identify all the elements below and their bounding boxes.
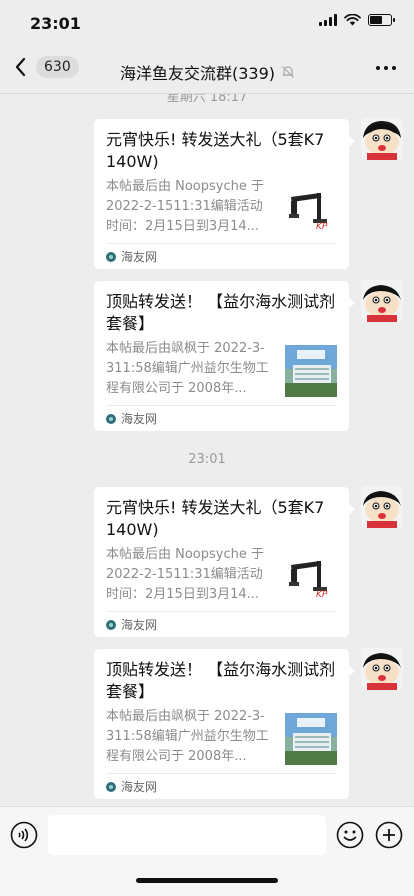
link-card-message[interactable]: 元宵快乐! 转发送大礼（5套K7 140W) 本帖最后由 Noopsyche 于… <box>94 119 355 269</box>
status-time: 23:01 <box>30 14 81 33</box>
haiyou-logo-icon <box>106 413 116 424</box>
haiyou-logo-icon <box>106 619 116 630</box>
lamp-thumbnail-image: KP <box>285 183 337 235</box>
building-thumbnail-image <box>285 713 337 765</box>
timestamp: 星期六 18:17 <box>166 94 248 105</box>
message-input[interactable] <box>48 815 326 855</box>
card-source: 海友网 <box>106 773 337 799</box>
card-source: 海友网 <box>106 611 337 637</box>
chat-title: 海洋鱼友交流群(339) <box>120 60 295 84</box>
status-icons <box>319 14 395 26</box>
avatar[interactable] <box>361 280 403 322</box>
card-title: 元宵快乐! 转发送大礼（5套K7 140W) <box>106 498 325 539</box>
card-title: 顶贴转发送！ 【益尔海水测试剂套餐】 <box>106 660 336 701</box>
card-source: 海友网 <box>106 405 337 431</box>
more-options-button[interactable] <box>376 66 396 70</box>
wifi-icon <box>344 14 361 26</box>
unread-count-badge: 630 <box>36 56 79 78</box>
card-source-name: 海友网 <box>121 618 158 632</box>
battery-icon <box>368 14 395 26</box>
card-title: 元宵快乐! 转发送大礼（5套K7 140W) <box>106 130 325 171</box>
card-title: 顶贴转发送！ 【益尔海水测试剂套餐】 <box>106 292 336 333</box>
chat-title-text: 海洋鱼友交流群(339) <box>120 64 276 83</box>
link-card-message[interactable]: 元宵快乐! 转发送大礼（5套K7 140W) 本帖最后由 Noopsyche 于… <box>94 487 355 637</box>
card-description: 本帖最后由飒枫于 2022-3-311:58编辑广州益尔生物工程有限公司于 20… <box>106 709 269 764</box>
haiyou-logo-icon <box>106 781 116 792</box>
nav-bar: 630 海洋鱼友交流群(339) <box>0 46 414 94</box>
avatar[interactable] <box>361 648 403 690</box>
chat-screen: 23:01 630 海洋鱼友交流群(339) 星期六 18:17 元宵快乐! 转… <box>0 0 414 896</box>
haiyou-logo-icon <box>106 251 116 262</box>
card-source-name: 海友网 <box>121 250 158 264</box>
more-dot-icon <box>376 66 380 70</box>
card-source: 海友网 <box>106 243 337 269</box>
cartoon-avatar-icon <box>361 648 403 690</box>
avatar[interactable] <box>361 486 403 528</box>
more-dot-icon <box>384 66 388 70</box>
card-source-name: 海友网 <box>121 412 158 426</box>
timestamp: 23:01 <box>188 452 226 467</box>
voice-input-icon[interactable] <box>10 821 38 849</box>
status-bar: 23:01 <box>0 0 414 46</box>
mute-bell-icon <box>282 66 294 78</box>
emoji-icon[interactable] <box>336 821 364 849</box>
lamp-thumbnail-image: KP <box>285 551 337 603</box>
svg-text:KP: KP <box>316 590 328 600</box>
card-description: 本帖最后由 Noopsyche 于 2022-2-1511:31编辑活动时间：2… <box>106 547 264 602</box>
chevron-left-icon <box>15 57 26 77</box>
link-card-message[interactable]: 顶贴转发送！ 【益尔海水测试剂套餐】 本帖最后由飒枫于 2022-3-311:5… <box>94 649 355 799</box>
more-dot-icon <box>392 66 396 70</box>
cartoon-avatar-icon <box>361 118 403 160</box>
card-description: 本帖最后由 Noopsyche 于 2022-2-1511:31编辑活动时间：2… <box>106 179 264 234</box>
cartoon-avatar-icon <box>361 280 403 322</box>
card-description: 本帖最后由飒枫于 2022-3-311:58编辑广州益尔生物工程有限公司于 20… <box>106 341 269 396</box>
link-card-message[interactable]: 顶贴转发送！ 【益尔海水测试剂套餐】 本帖最后由飒枫于 2022-3-311:5… <box>94 281 355 431</box>
card-source-name: 海友网 <box>121 780 158 794</box>
message-list[interactable]: 星期六 18:17 元宵快乐! 转发送大礼（5套K7 140W) 本帖最后由 N… <box>0 94 414 806</box>
plus-icon[interactable] <box>375 821 403 849</box>
cellular-signal-icon <box>319 14 337 26</box>
building-thumbnail-image <box>285 345 337 397</box>
svg-text:KP: KP <box>316 222 328 232</box>
avatar[interactable] <box>361 118 403 160</box>
cartoon-avatar-icon <box>361 486 403 528</box>
home-indicator <box>136 878 278 883</box>
back-button[interactable]: 630 <box>12 56 79 78</box>
